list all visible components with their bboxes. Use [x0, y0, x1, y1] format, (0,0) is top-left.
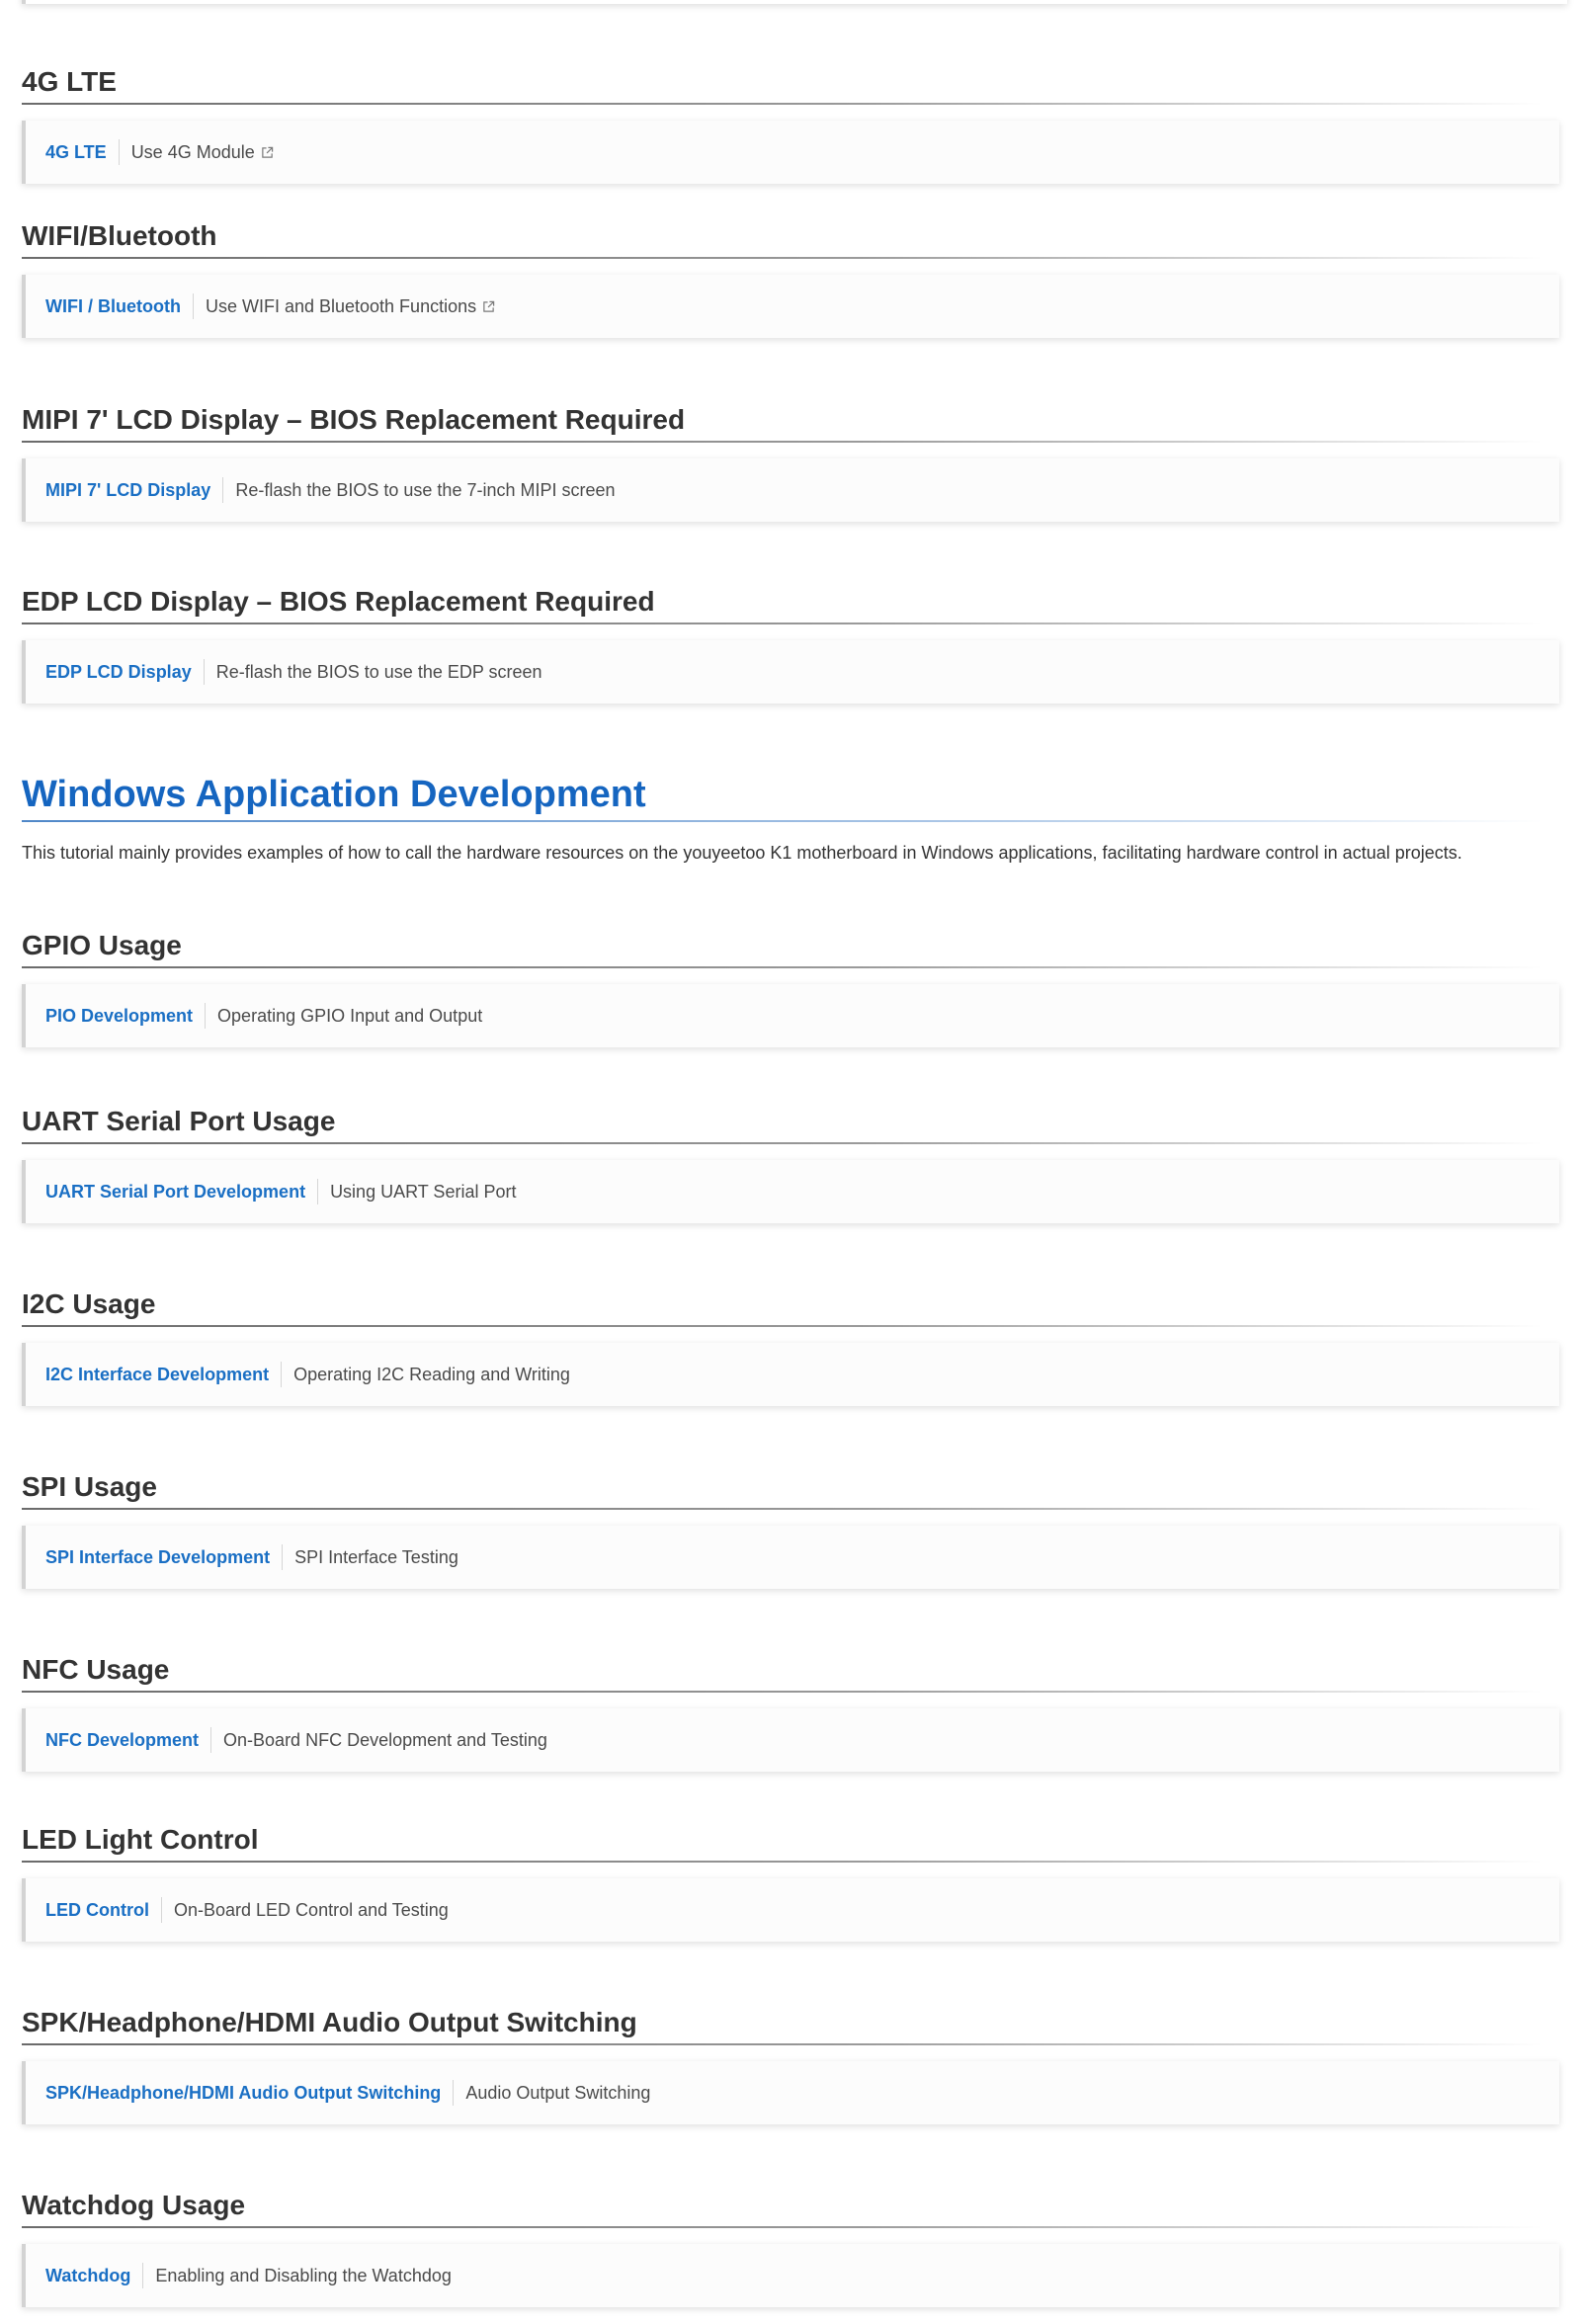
heading-divider — [22, 1508, 1543, 1510]
section-4g-lte: 4G LTE 4G LTE Use 4G Module — [22, 63, 1569, 184]
external-link-icon[interactable] — [482, 300, 495, 313]
heading-divider — [22, 1861, 1543, 1863]
section-edp-lcd: EDP LCD Display – BIOS Replacement Requi… — [22, 583, 1569, 704]
card-separator — [142, 2263, 144, 2288]
link-card: Watchdog Enabling and Disabling the Watc… — [22, 2244, 1559, 2307]
heading-divider — [22, 2043, 1543, 2045]
previous-card-edge — [22, 0, 1567, 4]
card-description: Use WIFI and Bluetooth Functions — [205, 295, 477, 316]
section-led: LED Light Control LED Control On-Board L… — [22, 1821, 1569, 1942]
card-separator — [161, 1897, 162, 1923]
card-separator — [205, 1003, 207, 1029]
card-separator — [281, 1362, 283, 1387]
heading-divider — [22, 441, 1543, 443]
external-link-icon[interactable] — [261, 146, 274, 159]
card-description: Use 4G Module — [130, 141, 255, 162]
section-heading: GPIO Usage — [22, 930, 182, 960]
section-heading: EDP LCD Display – BIOS Replacement Requi… — [22, 586, 655, 617]
page-section-title: Windows Application Development — [22, 774, 646, 815]
windows-dev-heading-block: Windows Application Development — [22, 771, 1569, 822]
spi-development-link[interactable]: SPI Interface Development — [45, 1547, 270, 1568]
section-wifi-bluetooth: WIFI/Bluetooth WIFI / Bluetooth Use WIFI… — [22, 217, 1569, 338]
watchdog-link[interactable]: Watchdog — [45, 2266, 130, 2286]
card-separator — [317, 1179, 319, 1204]
heading-divider — [22, 966, 1543, 968]
link-card: LED Control On-Board LED Control and Tes… — [22, 1878, 1559, 1942]
card-description: Operating GPIO Input and Output — [217, 1005, 483, 1026]
section-audio-switching: SPK/Headphone/HDMI Audio Output Switchin… — [22, 2004, 1569, 2124]
mipi-lcd-link[interactable]: MIPI 7' LCD Display — [45, 480, 210, 501]
card-separator — [118, 139, 120, 165]
audio-switching-link[interactable]: SPK/Headphone/HDMI Audio Output Switchin… — [45, 2083, 441, 2104]
gpio-development-link[interactable]: PIO Development — [45, 1006, 193, 1027]
card-separator — [210, 1727, 212, 1753]
card-separator — [222, 477, 224, 503]
card-description: Using UART Serial Port — [330, 1181, 517, 1202]
section-heading: SPI Usage — [22, 1471, 157, 1502]
section-heading: SPK/Headphone/HDMI Audio Output Switchin… — [22, 2007, 637, 2037]
section-heading: Watchdog Usage — [22, 2190, 246, 2220]
heading-divider — [22, 2226, 1543, 2228]
link-card: WIFI / Bluetooth Use WIFI and Bluetooth … — [22, 275, 1559, 338]
heading-divider — [22, 1142, 1543, 1144]
card-description: Enabling and Disabling the Watchdog — [155, 2265, 452, 2285]
section-heading: MIPI 7' LCD Display – BIOS Replacement R… — [22, 404, 686, 435]
section-heading: 4G LTE — [22, 66, 117, 97]
section-heading: UART Serial Port Usage — [22, 1106, 336, 1136]
card-description: Audio Output Switching — [465, 2082, 651, 2103]
edp-lcd-link[interactable]: EDP LCD Display — [45, 662, 192, 683]
section-heading: NFC Usage — [22, 1654, 170, 1685]
card-description: On-Board NFC Development and Testing — [223, 1729, 547, 1750]
card-description: Re-flash the BIOS to use the 7-inch MIPI… — [235, 479, 616, 500]
card-description: Operating I2C Reading and Writing — [293, 1364, 570, 1384]
link-card: NFC Development On-Board NFC Development… — [22, 1708, 1559, 1772]
section-mipi-lcd: MIPI 7' LCD Display – BIOS Replacement R… — [22, 401, 1569, 522]
card-separator — [203, 659, 205, 685]
card-separator — [282, 1544, 284, 1570]
wifi-bluetooth-link[interactable]: WIFI / Bluetooth — [45, 296, 181, 317]
card-description: SPI Interface Testing — [294, 1546, 458, 1567]
4g-lte-link[interactable]: 4G LTE — [45, 142, 107, 163]
section-heading: LED Light Control — [22, 1824, 259, 1855]
section-heading: WIFI/Bluetooth — [22, 220, 217, 251]
card-description: Re-flash the BIOS to use the EDP screen — [215, 661, 542, 682]
heading-divider — [22, 1325, 1543, 1327]
uart-development-link[interactable]: UART Serial Port Development — [45, 1182, 305, 1203]
section-watchdog: Watchdog Usage Watchdog Enabling and Dis… — [22, 2187, 1569, 2307]
link-card: SPK/Headphone/HDMI Audio Output Switchin… — [22, 2061, 1559, 2124]
heading-divider — [22, 622, 1543, 624]
led-control-link[interactable]: LED Control — [45, 1900, 149, 1921]
heading-divider — [22, 257, 1543, 259]
link-card: EDP LCD Display Re-flash the BIOS to use… — [22, 640, 1559, 704]
section-uart: UART Serial Port Usage UART Serial Port … — [22, 1103, 1569, 1223]
link-card: I2C Interface Development Operating I2C … — [22, 1343, 1559, 1406]
link-card: UART Serial Port Development Using UART … — [22, 1160, 1559, 1223]
card-separator — [453, 2080, 455, 2106]
section-spi: SPI Usage SPI Interface Development SPI … — [22, 1468, 1569, 1589]
section-heading: I2C Usage — [22, 1288, 156, 1319]
card-description: On-Board LED Control and Testing — [174, 1899, 449, 1920]
link-card: PIO Development Operating GPIO Input and… — [22, 984, 1559, 1047]
link-card: SPI Interface Development SPI Interface … — [22, 1526, 1559, 1589]
nfc-development-link[interactable]: NFC Development — [45, 1730, 199, 1751]
intro-paragraph: This tutorial mainly provides examples o… — [22, 843, 1462, 863]
section-i2c: I2C Usage I2C Interface Development Oper… — [22, 1286, 1569, 1406]
heading-divider — [22, 1691, 1543, 1693]
card-separator — [192, 293, 194, 319]
link-card: MIPI 7' LCD Display Re-flash the BIOS to… — [22, 458, 1559, 522]
link-card: 4G LTE Use 4G Module — [22, 121, 1559, 184]
section-nfc: NFC Usage NFC Development On-Board NFC D… — [22, 1651, 1569, 1772]
title-divider — [22, 820, 1543, 822]
heading-divider — [22, 103, 1543, 105]
i2c-development-link[interactable]: I2C Interface Development — [45, 1365, 269, 1385]
section-gpio: GPIO Usage PIO Development Operating GPI… — [22, 927, 1569, 1047]
